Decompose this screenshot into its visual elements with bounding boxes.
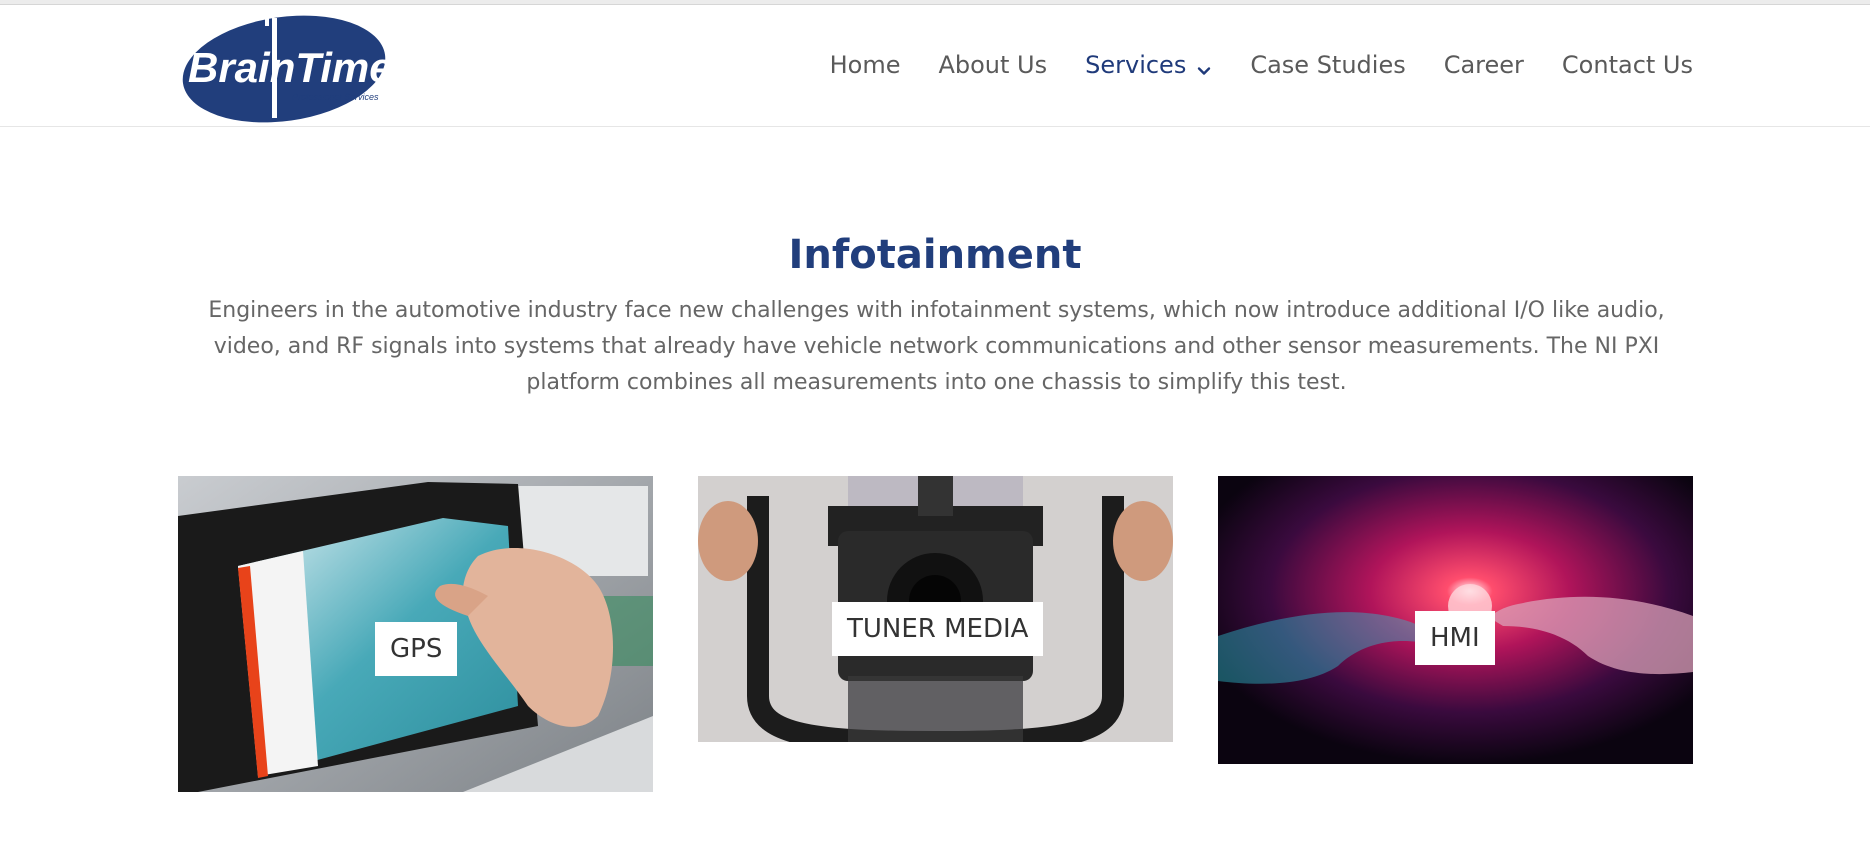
nav-contact-us-label: Contact Us xyxy=(1561,51,1693,79)
nav-case-studies-label: Case Studies xyxy=(1250,51,1406,79)
nav-home-label: Home xyxy=(829,51,901,79)
page-description: Engineers in the automotive industry fac… xyxy=(208,298,1665,395)
nav-about-us-label: About Us xyxy=(938,51,1048,79)
nav-services[interactable]: Services xyxy=(1085,51,1212,79)
nav-career[interactable]: Career xyxy=(1444,51,1524,79)
nav-services-label: Services xyxy=(1085,51,1187,79)
card-hmi-label: HMI xyxy=(1415,611,1495,665)
card-tuner-media[interactable]: TUNER MEDIA xyxy=(698,476,1173,742)
chevron-down-icon[interactable] xyxy=(1196,57,1212,75)
nav-career-label: Career xyxy=(1443,51,1524,79)
page-title: Infotainment xyxy=(788,232,1082,278)
logo-text: BrainTime xyxy=(188,44,390,91)
card-gps-label: GPS xyxy=(375,622,458,676)
nav-about-us[interactable]: About Us xyxy=(938,51,1047,79)
nav-case-studies[interactable]: Case Studies xyxy=(1250,51,1405,79)
main-nav: Home About Us Services Case Studies Care… xyxy=(792,51,1693,79)
card-tuner-media-label: TUNER MEDIA xyxy=(832,602,1044,656)
nav-contact-us[interactable]: Contact Us xyxy=(1562,51,1693,79)
logo-tagline: Professionel Services xyxy=(292,92,379,102)
card-gps[interactable]: GPS xyxy=(178,476,653,792)
card-hmi[interactable]: HMI xyxy=(1218,476,1693,764)
braintime-logo[interactable]: BrainTime Professionel Services xyxy=(180,12,393,124)
site-header: BrainTime Professionel Services Home Abo… xyxy=(0,5,1870,127)
nav-home[interactable]: Home xyxy=(830,51,901,79)
